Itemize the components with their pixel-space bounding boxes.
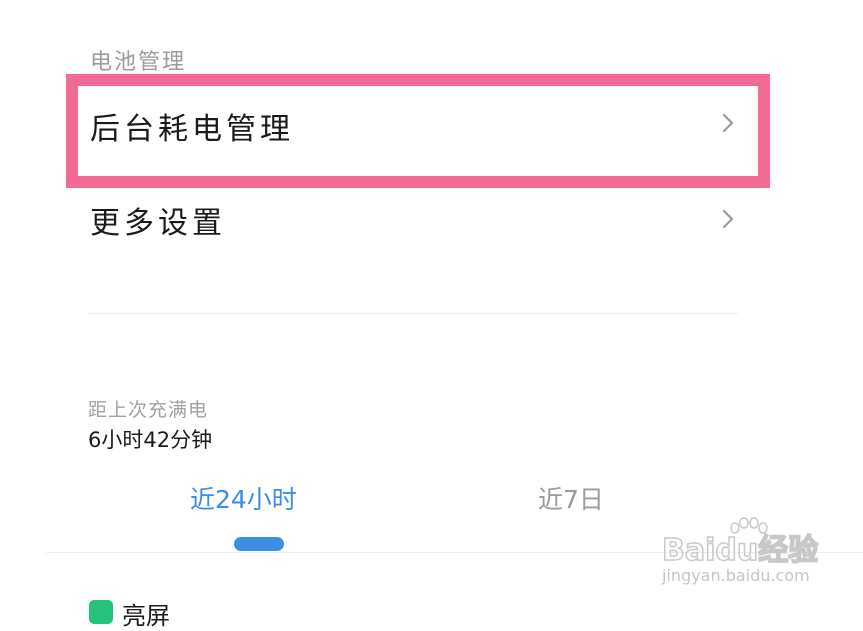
tab-last-24-hours[interactable]: 近24小时 <box>190 480 297 516</box>
last-full-charge-label: 距上次充满电 <box>88 399 209 421</box>
last-full-charge-value: 6小时42分钟 <box>88 428 213 452</box>
legend-swatch-screen-on <box>89 600 113 624</box>
section-divider <box>88 313 738 314</box>
active-tab-indicator <box>234 537 284 551</box>
highlight-annotation-box <box>66 74 770 188</box>
watermark-url: jingyan.baidu.com <box>662 566 810 585</box>
legend-label-screen-on: 亮屏 <box>122 602 170 630</box>
watermark-brand: Baidu经验 <box>662 533 818 568</box>
tab-last-7-days[interactable]: 近7日 <box>538 480 604 516</box>
more-settings-item[interactable]: 更多设置 <box>78 172 762 262</box>
more-settings-label: 更多设置 <box>90 206 226 241</box>
chevron-right-icon <box>722 209 734 229</box>
section-title-battery-management: 电池管理 <box>90 50 187 75</box>
